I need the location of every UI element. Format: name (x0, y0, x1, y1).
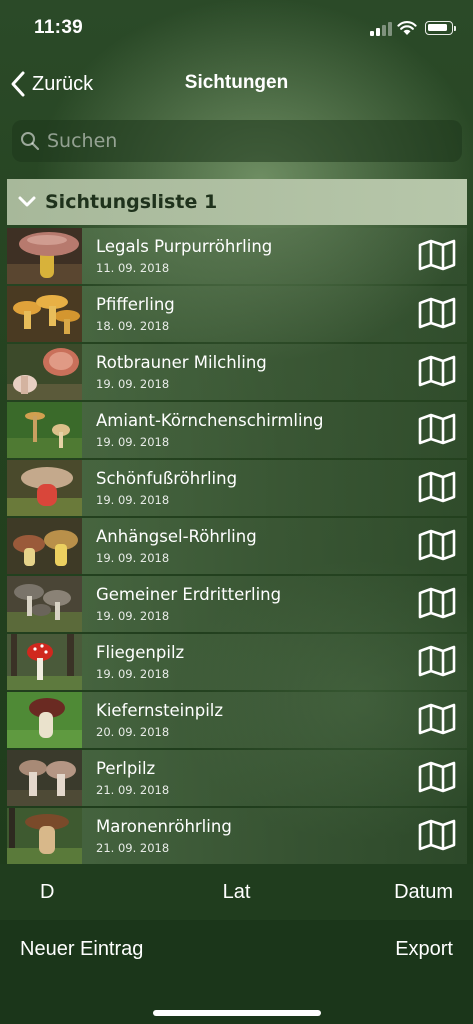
bottom-toolbar: Neuer Eintrag Export (0, 920, 473, 1024)
mushroom-thumbnail (7, 634, 82, 690)
mushroom-thumbnail (7, 750, 82, 806)
map-icon (418, 587, 456, 619)
list-item[interactable]: Maronenröhrling 21. 09. 2018 (7, 808, 467, 864)
mushroom-thumbnail (7, 576, 82, 632)
map-icon (418, 239, 456, 271)
home-indicator[interactable] (153, 1010, 321, 1016)
item-name: Kiefernsteinpilz (96, 700, 224, 720)
list-item[interactable]: Amiant-Körnchenschirmling 19. 09. 2018 (7, 402, 467, 458)
map-button[interactable] (417, 701, 457, 737)
mushroom-thumbnail (7, 692, 82, 748)
item-date: 20. 09. 2018 (96, 724, 170, 739)
list-item[interactable]: Legals Purpurröhrling 11. 09. 2018 (7, 228, 467, 284)
mushroom-thumbnail (7, 286, 82, 342)
item-name: Amiant-Körnchenschirmling (96, 410, 324, 430)
item-name: Anhängsel-Röhrling (96, 526, 257, 546)
map-button[interactable] (417, 237, 457, 273)
item-date: 19. 09. 2018 (96, 434, 170, 449)
item-name: Gemeiner Erdritterling (96, 584, 282, 604)
map-button[interactable] (417, 353, 457, 389)
item-name: Pfifferling (96, 294, 175, 314)
map-button[interactable] (417, 585, 457, 621)
list-item[interactable]: Perlpilz 21. 09. 2018 (7, 750, 467, 806)
item-date: 19. 09. 2018 (96, 492, 170, 507)
status-time: 11:39 (34, 17, 84, 38)
map-button[interactable] (417, 643, 457, 679)
list-item[interactable]: Pfifferling 18. 09. 2018 (7, 286, 467, 342)
list-item[interactable]: Anhängsel-Röhrling 19. 09. 2018 (7, 518, 467, 574)
export-button[interactable]: Export (395, 938, 453, 961)
map-button[interactable] (417, 817, 457, 853)
item-date: 21. 09. 2018 (96, 782, 170, 797)
map-button[interactable] (417, 295, 457, 331)
section-header[interactable]: Sichtungsliste 1 (7, 179, 467, 225)
list-item[interactable]: Kiefernsteinpilz 20. 09. 2018 (7, 692, 467, 748)
battery-icon (425, 21, 456, 35)
new-entry-button[interactable]: Neuer Eintrag (20, 938, 143, 961)
map-icon (418, 297, 456, 329)
item-name: Schönfußröhrling (96, 468, 238, 488)
map-icon (418, 355, 456, 387)
mushroom-thumbnail (7, 402, 82, 458)
item-name: Perlpilz (96, 758, 156, 778)
item-name: Maronenröhrling (96, 816, 232, 836)
map-button[interactable] (417, 527, 457, 563)
map-icon (418, 761, 456, 793)
list-item[interactable]: Schönfußröhrling 19. 09. 2018 (7, 460, 467, 516)
item-date: 19. 09. 2018 (96, 376, 170, 391)
item-date: 19. 09. 2018 (96, 666, 170, 681)
list-item[interactable]: Rotbrauner Milchling 19. 09. 2018 (7, 344, 467, 400)
sort-datum-button[interactable]: Datum (394, 881, 453, 904)
item-date: 19. 09. 2018 (96, 550, 170, 565)
list-item[interactable]: Gemeiner Erdritterling 19. 09. 2018 (7, 576, 467, 632)
map-icon (418, 819, 456, 851)
status-bar: 11:39 (0, 0, 473, 56)
map-button[interactable] (417, 469, 457, 505)
wifi-icon (397, 21, 417, 35)
item-date: 21. 09. 2018 (96, 840, 170, 855)
item-name: Rotbrauner Milchling (96, 352, 267, 372)
search-input[interactable] (47, 130, 427, 152)
navigation-bar: Zurück Sichtungen (0, 58, 473, 110)
cellular-signal-icon (370, 22, 392, 36)
item-date: 19. 09. 2018 (96, 608, 170, 623)
sort-bar: D Lat Datum (0, 864, 473, 920)
search-icon (21, 132, 40, 151)
item-date: 18. 09. 2018 (96, 318, 170, 333)
map-button[interactable] (417, 411, 457, 447)
list-item[interactable]: Fliegenpilz 19. 09. 2018 (7, 634, 467, 690)
mushroom-thumbnail (7, 344, 82, 400)
mushroom-thumbnail (7, 518, 82, 574)
map-icon (418, 471, 456, 503)
item-name: Fliegenpilz (96, 642, 185, 662)
page-title: Sichtungen (184, 72, 289, 93)
mushroom-thumbnail (7, 460, 82, 516)
map-button[interactable] (417, 759, 457, 795)
sightings-list: Legals Purpurröhrling 11. 09. 2018 Pfiff… (7, 228, 467, 866)
item-date: 11. 09. 2018 (96, 260, 170, 275)
item-name: Legals Purpurröhrling (96, 236, 273, 256)
chevron-down-icon (18, 196, 36, 207)
map-icon (418, 529, 456, 561)
map-icon (418, 703, 456, 735)
mushroom-thumbnail (7, 808, 82, 864)
map-icon (418, 413, 456, 445)
mushroom-thumbnail (7, 228, 82, 284)
section-title: Sichtungsliste 1 (45, 191, 218, 213)
search-field[interactable] (12, 120, 462, 162)
map-icon (418, 645, 456, 677)
